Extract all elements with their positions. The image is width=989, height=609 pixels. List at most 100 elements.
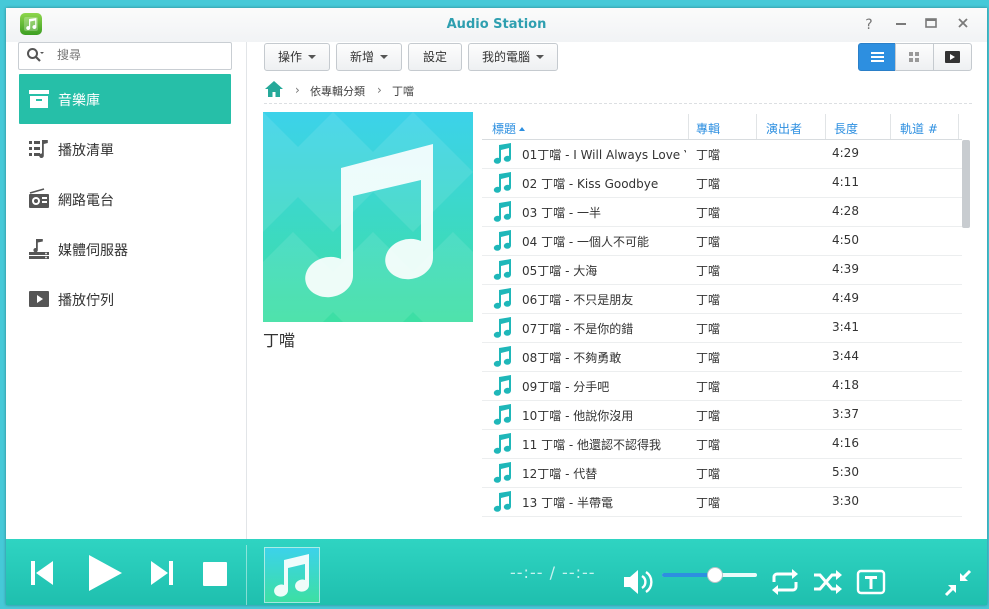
add-menu-button[interactable]: 新增	[336, 43, 402, 71]
play-button[interactable]	[86, 553, 124, 596]
song-album: 丁噹	[696, 177, 721, 191]
table-row[interactable]: 12丁噹 - 代替 丁噹 5:30	[482, 458, 962, 488]
column-header-track[interactable]: 軌道 #	[900, 120, 938, 137]
library-icon	[27, 88, 51, 110]
song-duration: 3:30	[832, 494, 859, 508]
breadcrumb-category[interactable]: 依專輯分類	[310, 83, 365, 99]
my-computer-button[interactable]: 我的電腦	[468, 43, 558, 71]
list-view-button[interactable]	[858, 43, 896, 71]
play-view-icon	[945, 51, 960, 63]
sort-ascending-icon	[519, 127, 526, 131]
song-album: 丁噹	[696, 496, 721, 510]
repeat-button[interactable]	[768, 568, 802, 599]
sidebar: 音樂庫 播放清單 網路電台 媒體伺服器 播放佇列	[6, 42, 247, 539]
music-note-icon	[492, 317, 514, 342]
table-row[interactable]: 09丁噹 - 分手吧 丁噹 4:18	[482, 371, 962, 401]
audio-station-window: Audio Station ? 音樂庫 播放清	[6, 8, 987, 605]
music-note-icon	[492, 143, 514, 168]
window-title: Audio Station	[446, 17, 547, 32]
table-row[interactable]: 07丁噹 - 不是你的錯 丁噹 3:41	[482, 313, 962, 343]
table-row[interactable]: 11 丁噹 - 他還認不認得我 丁噹 4:16	[482, 429, 962, 459]
search-input[interactable]	[55, 47, 219, 63]
sidebar-item-label: 音樂庫	[58, 93, 100, 109]
playlist-icon	[27, 138, 51, 160]
song-album: 丁噹	[696, 409, 721, 423]
stop-button[interactable]	[202, 561, 228, 590]
column-header-title[interactable]: 標題	[492, 120, 526, 137]
volume-slider[interactable]	[662, 567, 757, 583]
song-album: 丁噹	[696, 235, 721, 249]
column-separator	[825, 114, 826, 139]
sidebar-item-media-server[interactable]: 媒體伺服器	[19, 224, 231, 274]
home-icon[interactable]	[264, 80, 284, 101]
song-title: 04 丁噹 - 一個人不可能	[522, 235, 650, 249]
song-album: 丁噹	[696, 380, 721, 394]
sidebar-item-library[interactable]: 音樂庫	[19, 74, 231, 124]
song-title: 06丁噹 - 不只是朋友	[522, 293, 634, 307]
cover-flow-view-button[interactable]	[933, 43, 972, 71]
table-row[interactable]: 10丁噹 - 他說你沒用 丁噹 3:37	[482, 400, 962, 430]
shuffle-icon	[814, 570, 842, 594]
column-header-duration[interactable]: 長度	[834, 120, 858, 137]
table-row[interactable]: 03 丁噹 - 一半 丁噹 4:28	[482, 197, 962, 227]
chevron-down-icon	[380, 55, 388, 59]
column-header-artist[interactable]: 演出者	[766, 120, 802, 137]
breadcrumb-album[interactable]: 丁噹	[392, 83, 414, 99]
table-row[interactable]: 08丁噹 - 不夠勇敢 丁噹 3:44	[482, 342, 962, 372]
song-album: 丁噹	[696, 264, 721, 278]
table-row[interactable]: 05丁噹 - 大海 丁噹 4:39	[482, 255, 962, 285]
table-header: 標題 專輯 演出者 長度 軌道 #	[482, 114, 962, 140]
chevron-down-icon	[308, 55, 316, 59]
table-row[interactable]: 01丁噹 - I Will Always Love You 丁噹 4:29	[482, 139, 962, 169]
play-icon	[89, 555, 122, 591]
column-separator	[890, 114, 891, 139]
album-cover[interactable]	[263, 112, 473, 322]
media-server-icon	[27, 238, 51, 260]
song-title: 13 丁噹 - 半帶電	[522, 496, 614, 510]
sidebar-item-label: 播放佇列	[58, 293, 114, 309]
next-icon	[151, 561, 173, 585]
now-playing-cover[interactable]	[264, 547, 320, 603]
divider	[264, 103, 972, 104]
song-duration: 5:30	[832, 465, 859, 479]
previous-track-button[interactable]	[28, 558, 56, 591]
action-menu-button[interactable]: 操作	[264, 43, 330, 71]
song-title: 11 丁噹 - 他還認不認得我	[522, 438, 662, 452]
column-separator	[958, 114, 959, 139]
stop-icon	[203, 562, 227, 586]
breadcrumb-separator: ›	[377, 83, 382, 97]
settings-button[interactable]: 設定	[408, 43, 462, 71]
help-button[interactable]: ?	[860, 16, 878, 34]
grid-view-icon	[909, 52, 919, 62]
volume-handle[interactable]	[707, 567, 724, 583]
maximize-button[interactable]	[922, 16, 940, 34]
sidebar-item-playlist[interactable]: 播放清單	[19, 124, 231, 174]
song-album: 丁噹	[696, 293, 721, 307]
table-row[interactable]: 04 丁噹 - 一個人不可能 丁噹 4:50	[482, 226, 962, 256]
previous-icon	[31, 561, 53, 585]
song-duration: 4:28	[832, 204, 859, 218]
minimize-button[interactable]	[892, 16, 910, 34]
music-note-icon	[492, 201, 514, 226]
sidebar-item-label: 播放清單	[58, 143, 114, 159]
music-note-icon	[492, 172, 514, 197]
volume-button[interactable]	[622, 567, 656, 600]
sidebar-item-label: 網路電台	[58, 193, 114, 209]
sidebar-item-internet-radio[interactable]: 網路電台	[19, 174, 231, 224]
search-box[interactable]	[18, 42, 232, 70]
grid-view-button[interactable]	[895, 43, 934, 71]
close-button[interactable]	[954, 16, 972, 34]
music-note-icon	[492, 375, 514, 400]
album-title: 丁噹	[263, 331, 296, 350]
collapse-icon	[944, 569, 972, 597]
next-track-button[interactable]	[148, 558, 176, 591]
table-row[interactable]: 02 丁噹 - Kiss Goodbye 丁噹 4:11	[482, 168, 962, 198]
lyrics-button[interactable]	[856, 569, 886, 598]
sidebar-item-play-queue[interactable]: 播放佇列	[19, 274, 231, 324]
shuffle-button[interactable]	[812, 568, 844, 599]
scrollbar-thumb[interactable]	[962, 140, 970, 228]
mini-player-button[interactable]	[944, 569, 972, 600]
table-row[interactable]: 06丁噹 - 不只是朋友 丁噹 4:49	[482, 284, 962, 314]
table-row[interactable]: 13 丁噹 - 半帶電 丁噹 3:30	[482, 487, 962, 517]
column-header-album[interactable]: 專輯	[696, 120, 720, 137]
